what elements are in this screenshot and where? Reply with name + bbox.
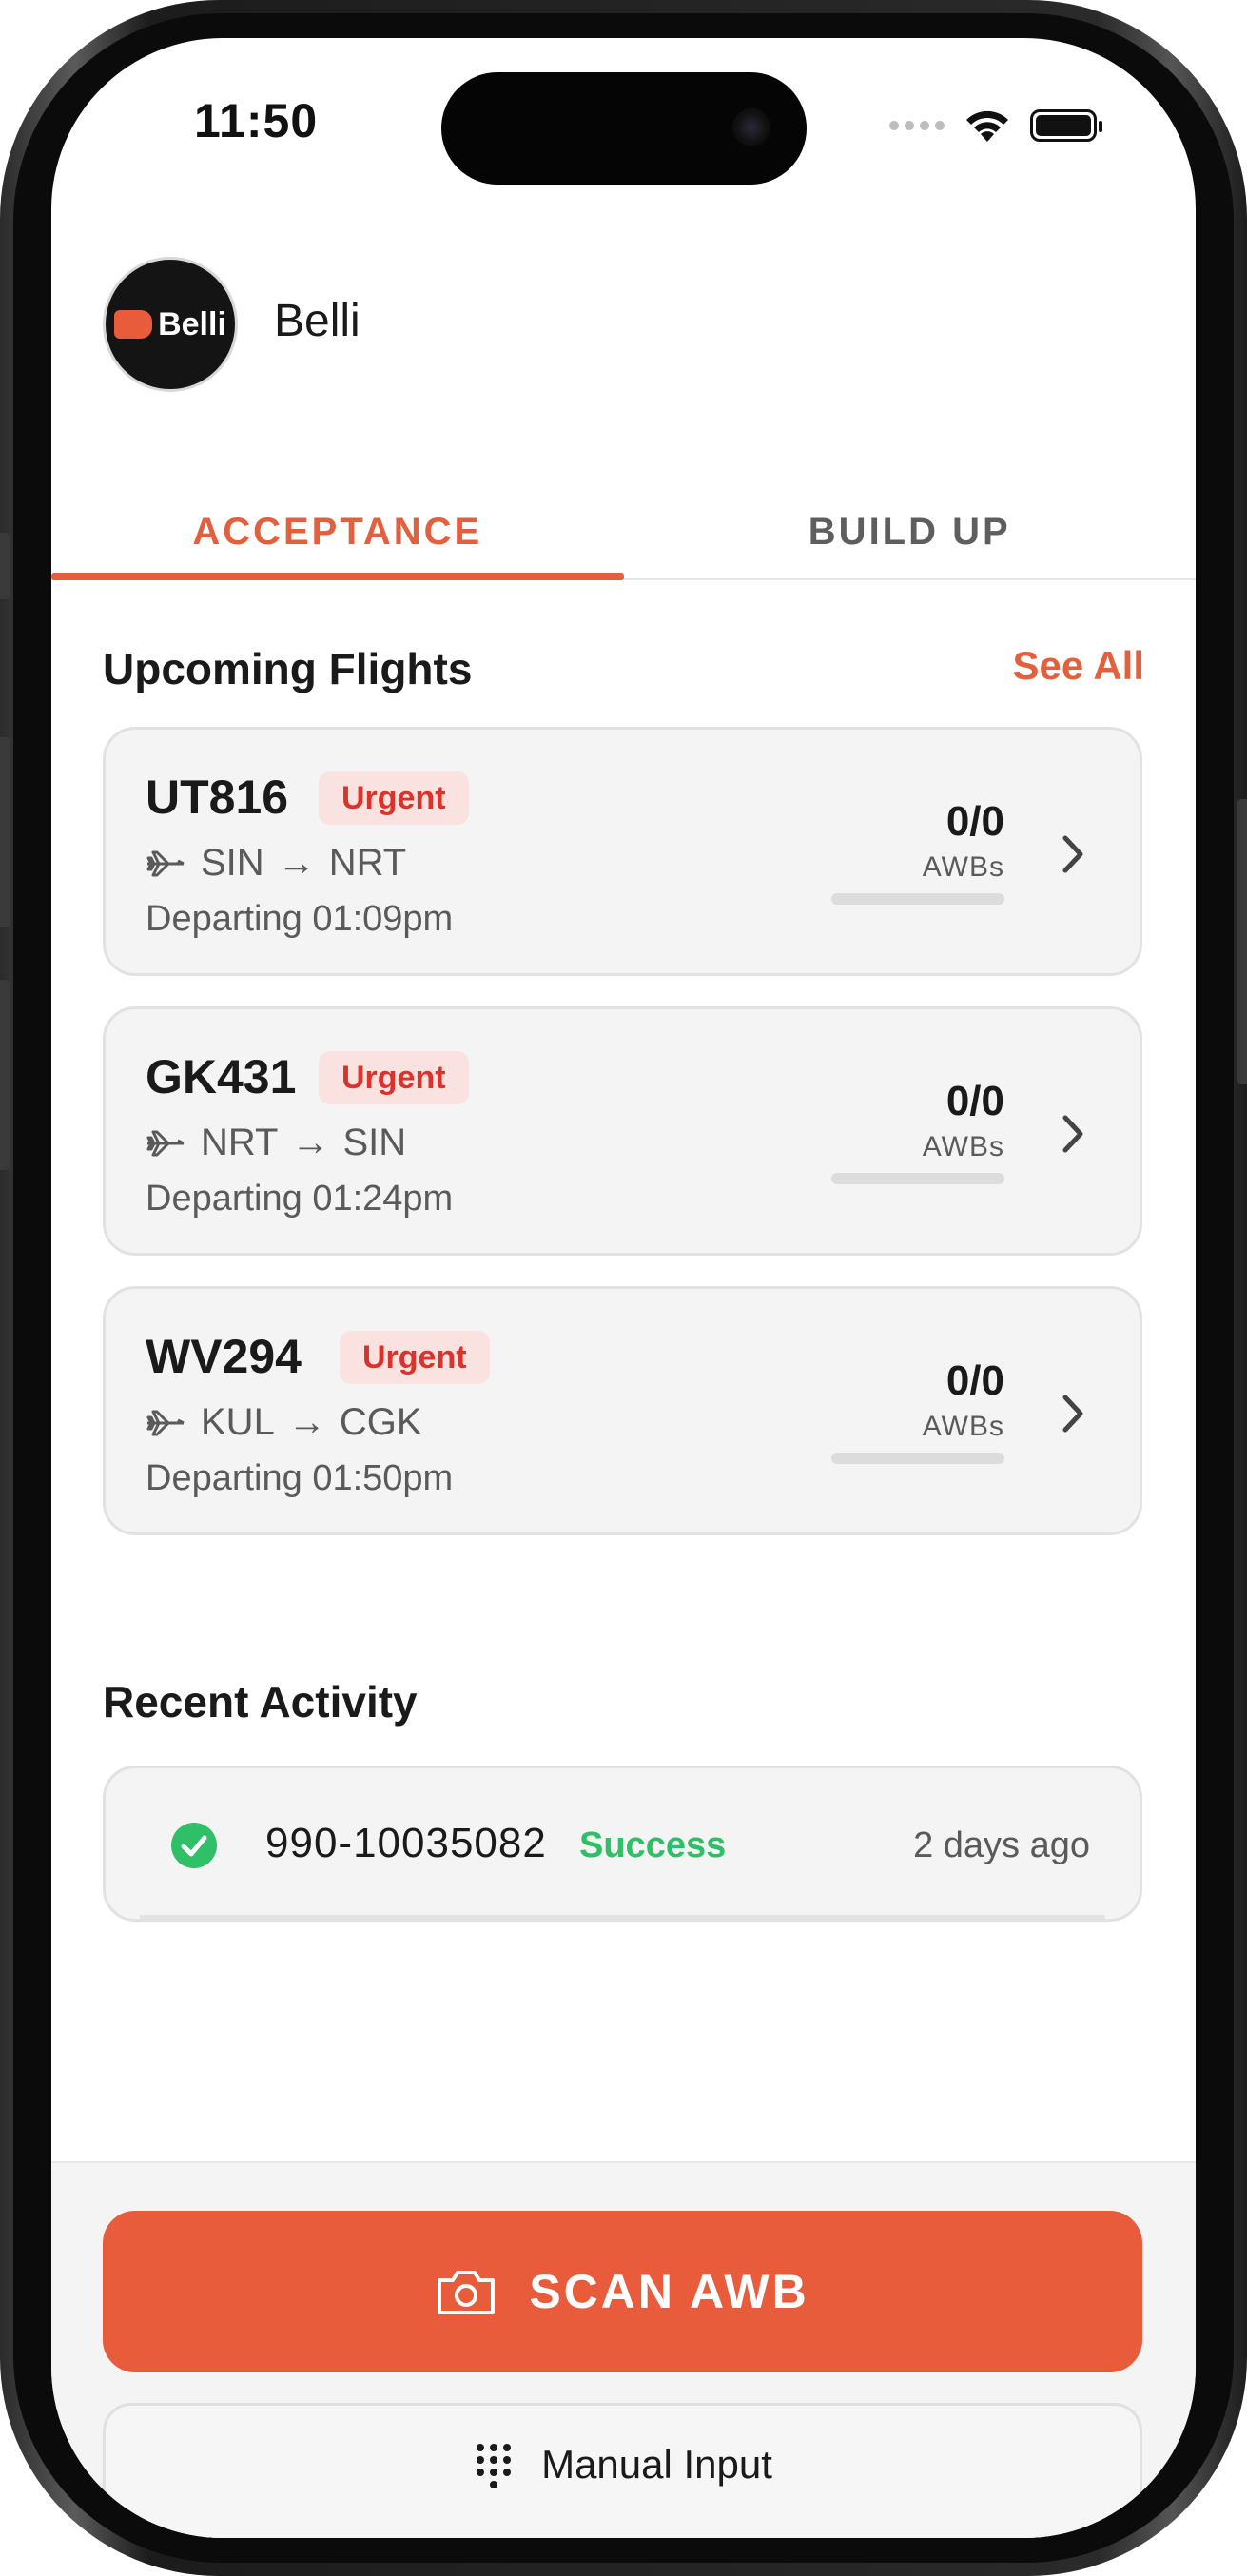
flight-card[interactable]: GK431 Urgent NRT → SIN Departing 01:24pm…	[103, 1006, 1142, 1256]
volume-up-button	[0, 737, 10, 927]
flight-code: UT816	[146, 771, 289, 824]
power-button	[1237, 799, 1247, 1084]
awb-count-label: AWBs	[922, 1411, 1004, 1442]
origin: NRT	[201, 1122, 279, 1163]
chevron-right-icon	[1062, 1395, 1083, 1433]
keypad-icon	[477, 2444, 512, 2488]
tab-build-up[interactable]: BUILD UP	[624, 485, 1197, 578]
origin: KUL	[201, 1401, 275, 1443]
destination: SIN	[342, 1122, 407, 1163]
flight-route: KUL → CGK	[146, 1401, 422, 1444]
tab-acceptance[interactable]: ACCEPTANCE	[51, 485, 624, 580]
bottom-action-bar: SCAN AWB Manual Input	[51, 2161, 1196, 2538]
status-icons	[889, 107, 1102, 145]
awb-count: 0/0	[945, 1078, 1004, 1124]
route-arrow: →	[291, 1122, 330, 1163]
dynamic-island	[441, 72, 807, 185]
cellular-signal-icon	[889, 121, 945, 130]
flight-card[interactable]: WV294 Urgent KUL → CGK Departing 01:50pm…	[103, 1286, 1142, 1535]
urgent-badge: Urgent	[319, 771, 469, 825]
awb-progress-bar	[831, 893, 1004, 905]
flight-code: WV294	[146, 1330, 302, 1383]
user-name: Belli	[274, 296, 360, 346]
awb-count: 0/0	[945, 798, 1004, 845]
origin: SIN	[201, 842, 264, 884]
plane-icon	[146, 850, 185, 876]
departure-time: Departing 01:24pm	[146, 1179, 454, 1219]
flight-route: SIN → NRT	[146, 842, 406, 885]
scan-awb-label: SCAN AWB	[529, 2265, 809, 2318]
status-time: 11:50	[194, 94, 319, 147]
route-arrow: →	[277, 842, 316, 884]
plane-icon	[146, 1130, 185, 1156]
departure-time: Departing 01:50pm	[146, 1458, 454, 1498]
flight-code: GK431	[146, 1050, 297, 1103]
front-camera	[732, 108, 770, 146]
belli-logo: Belli	[114, 306, 226, 343]
flight-route: NRT → SIN	[146, 1122, 406, 1164]
awb-count: 0/0	[945, 1357, 1004, 1404]
scan-awb-button[interactable]: SCAN AWB	[103, 2211, 1142, 2372]
awb-count-label: AWBs	[922, 851, 1004, 883]
phone-frame: 11:50 Belli Belli ACCEPTANCE BUILD UP Up…	[0, 0, 1247, 2576]
action-button	[0, 533, 10, 599]
manual-input-label: Manual Input	[541, 2442, 772, 2487]
screen: 11:50 Belli Belli ACCEPTANCE BUILD UP Up…	[51, 38, 1196, 2538]
activity-time: 2 days ago	[913, 1825, 1090, 1865]
awb-count-label: AWBs	[922, 1131, 1004, 1162]
urgent-badge: Urgent	[319, 1051, 469, 1104]
battery-icon	[1030, 109, 1102, 142]
recent-activity-title: Recent Activity	[103, 1677, 418, 1727]
activity-item[interactable]: 990-10035082 Success 2 days ago	[103, 1766, 1142, 1922]
destination: NRT	[328, 842, 407, 884]
check-circle-icon	[171, 1823, 217, 1868]
destination: CGK	[339, 1401, 422, 1443]
departure-time: Departing 01:09pm	[146, 899, 454, 939]
route-arrow: →	[287, 1401, 326, 1443]
tab-bar: ACCEPTANCE BUILD UP	[51, 485, 1196, 580]
chevron-right-icon	[1062, 835, 1083, 873]
urgent-badge: Urgent	[340, 1331, 490, 1384]
volume-down-button	[0, 980, 10, 1170]
awb-progress-bar	[831, 1173, 1004, 1184]
see-all-link[interactable]: See All	[1012, 643, 1144, 689]
logo-text: Belli	[158, 305, 226, 342]
wifi-icon	[966, 110, 1008, 142]
awb-progress-bar	[831, 1453, 1004, 1464]
camera-icon	[438, 2271, 496, 2314]
awb-number: 990-10035082	[265, 1820, 547, 1866]
manual-input-button[interactable]: Manual Input	[103, 2403, 1142, 2538]
chevron-right-icon	[1062, 1115, 1083, 1153]
avatar[interactable]: Belli	[103, 257, 238, 392]
status-badge: Success	[579, 1825, 727, 1865]
logo-mark-icon	[114, 310, 153, 339]
flight-card[interactable]: UT816 Urgent SIN → NRT Departing 01:09pm…	[103, 727, 1142, 976]
plane-icon	[146, 1410, 185, 1435]
upcoming-flights-title: Upcoming Flights	[103, 644, 473, 693]
